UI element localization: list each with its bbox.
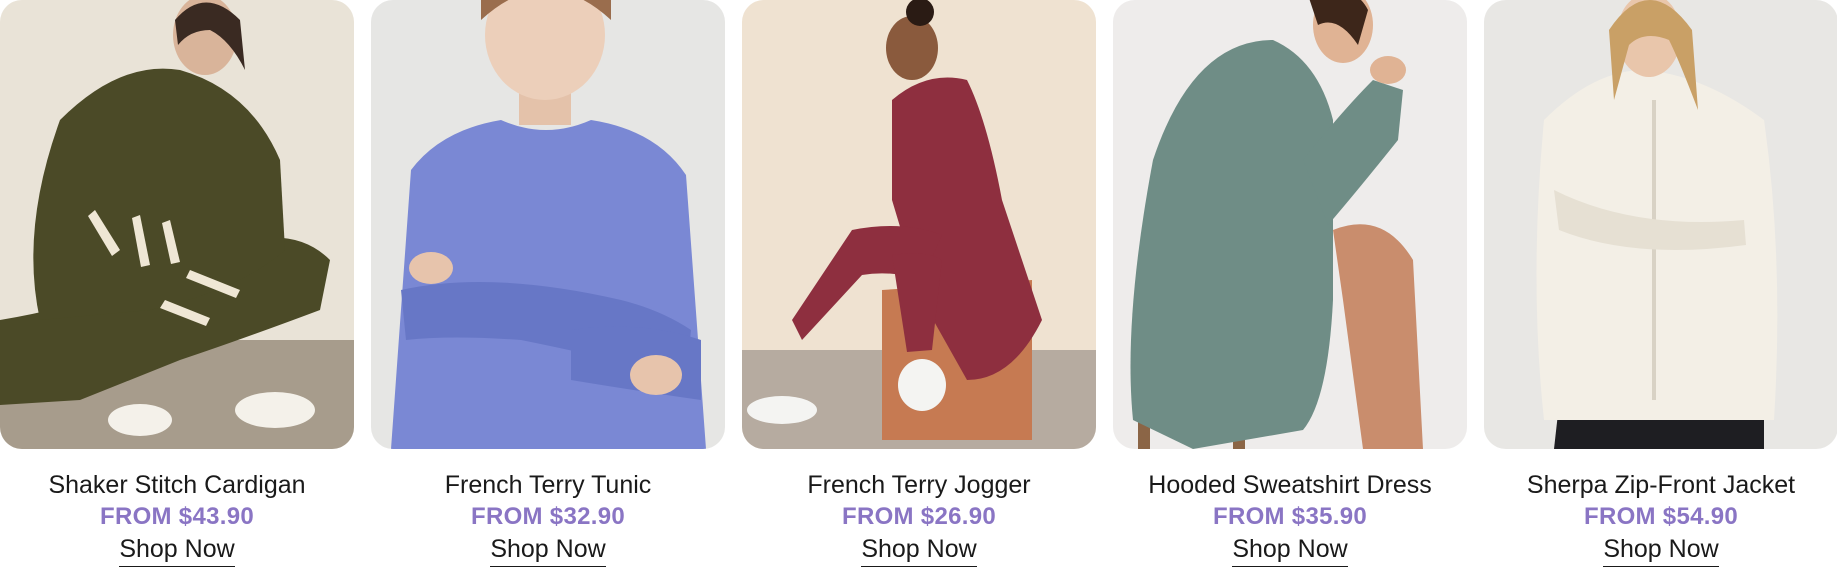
- product-card: Sherpa Zip-Front Jacket FROM $54.90 Shop…: [1484, 0, 1837, 567]
- shop-now-link[interactable]: Shop Now: [119, 534, 235, 567]
- product-price: FROM $26.90: [841, 503, 997, 530]
- shop-now-link[interactable]: Shop Now: [490, 534, 606, 567]
- product-photo[interactable]: [742, 0, 1096, 449]
- shop-now-link[interactable]: Shop Now: [1232, 534, 1348, 567]
- product-photo[interactable]: [0, 0, 354, 449]
- product-photo[interactable]: [371, 0, 725, 449]
- product-name[interactable]: French Terry Jogger: [742, 469, 1096, 501]
- product-carousel-row: Shaker Stitch Cardigan FROM $43.90 Shop …: [0, 0, 1837, 569]
- product-photo-olive-cardigan-icon: [0, 0, 354, 449]
- product-name[interactable]: Shaker Stitch Cardigan: [0, 469, 354, 501]
- product-card: Hooded Sweatshirt Dress FROM $35.90 Shop…: [1113, 0, 1467, 567]
- product-photo-blue-tunic-icon: [371, 0, 725, 449]
- product-photo[interactable]: [1113, 0, 1467, 449]
- product-name[interactable]: French Terry Tunic: [371, 469, 725, 501]
- product-photo-red-jogger-icon: [742, 0, 1096, 449]
- product-price: FROM $32.90: [470, 503, 626, 530]
- product-name[interactable]: Hooded Sweatshirt Dress: [1113, 469, 1467, 501]
- product-price: FROM $35.90: [1212, 503, 1368, 530]
- product-card: French Terry Tunic FROM $32.90 Shop Now: [371, 0, 725, 567]
- product-price: FROM $54.90: [1583, 503, 1739, 530]
- shop-now-link[interactable]: Shop Now: [1603, 534, 1719, 567]
- shop-now-link[interactable]: Shop Now: [861, 534, 977, 567]
- product-photo-cream-jacket-icon: [1484, 0, 1837, 449]
- product-photo-sage-dress-icon: [1113, 0, 1467, 449]
- product-photo[interactable]: [1484, 0, 1837, 449]
- product-price: FROM $43.90: [99, 503, 255, 530]
- product-card: Shaker Stitch Cardigan FROM $43.90 Shop …: [0, 0, 354, 567]
- product-name[interactable]: Sherpa Zip-Front Jacket: [1484, 469, 1837, 501]
- product-card: French Terry Jogger FROM $26.90 Shop Now: [742, 0, 1096, 567]
